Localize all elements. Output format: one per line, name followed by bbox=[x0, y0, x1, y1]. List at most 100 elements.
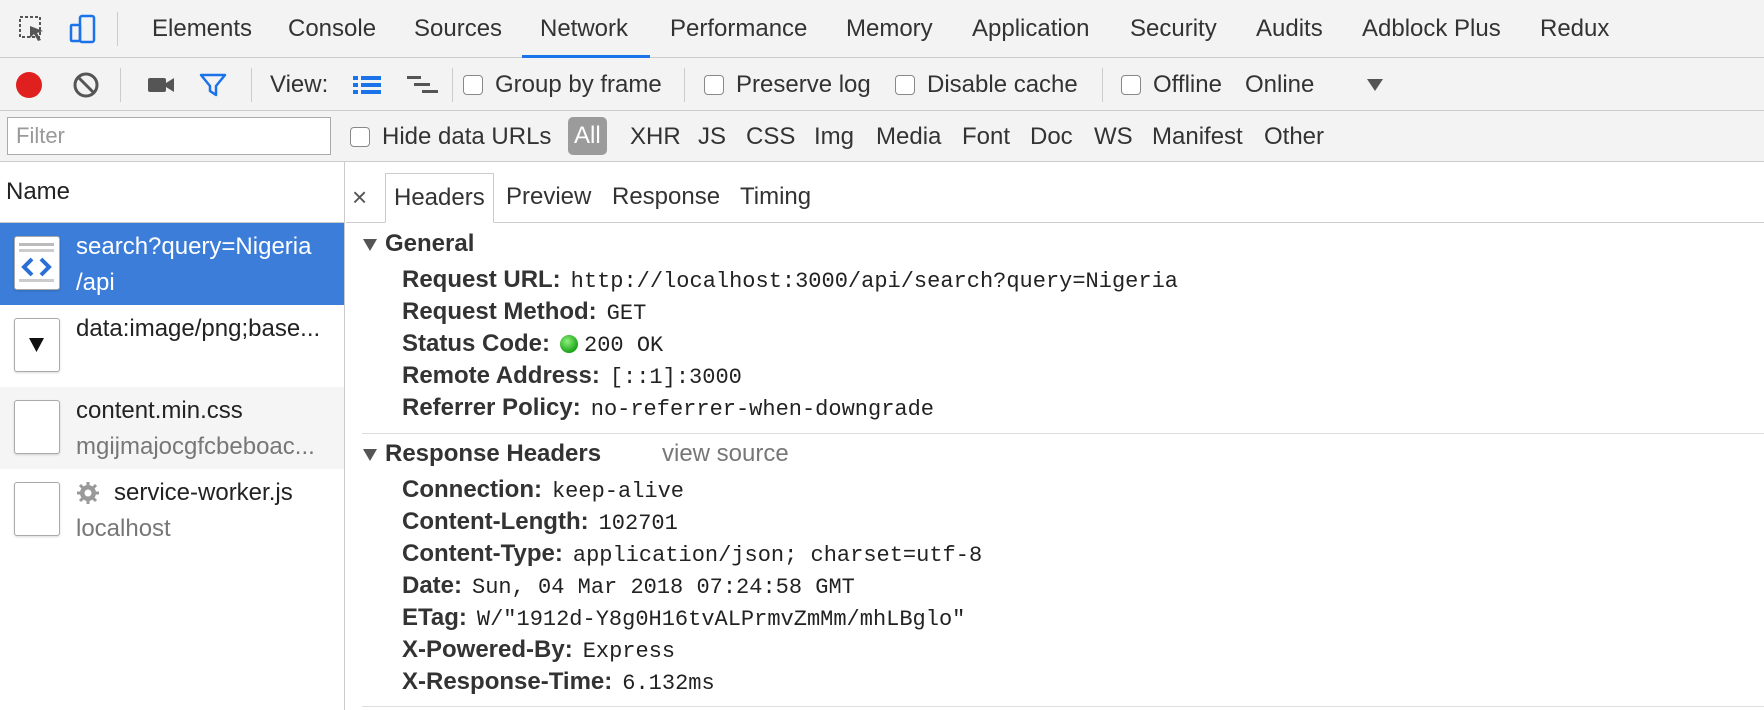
header-value: application/json; charset=utf-8 bbox=[572, 543, 983, 568]
checkbox-box[interactable] bbox=[704, 74, 724, 95]
filter-type-font[interactable]: Font bbox=[962, 111, 1010, 162]
request-path: mgijmajocgfcbeboac... bbox=[76, 433, 315, 460]
tab-response[interactable]: Response bbox=[612, 173, 720, 223]
header-key: Status Code: bbox=[402, 330, 551, 357]
checkbox-box[interactable] bbox=[1121, 74, 1141, 95]
request-row[interactable]: search?query=Nigeria /api bbox=[0, 223, 344, 305]
filter-type-js[interactable]: JS bbox=[698, 111, 726, 162]
waterfall-overview-icon[interactable] bbox=[406, 58, 440, 111]
request-path: /api bbox=[76, 269, 115, 296]
header-value: 102701 bbox=[598, 511, 678, 536]
stylesheet-file-icon bbox=[14, 400, 60, 454]
tab-timing[interactable]: Timing bbox=[740, 173, 811, 223]
tab-elements[interactable]: Elements bbox=[152, 0, 252, 58]
header-row: Request URL: http://localhost:3000/api/se… bbox=[402, 264, 1178, 296]
large-rows-icon[interactable] bbox=[352, 58, 382, 111]
status-ok-icon bbox=[560, 335, 579, 353]
offline-label: Offline bbox=[1153, 70, 1222, 98]
request-row[interactable]: service-worker.js localhost bbox=[0, 469, 344, 551]
request-row[interactable]: data:image/png;base... bbox=[0, 305, 344, 387]
disable-cache-label: Disable cache bbox=[927, 70, 1078, 98]
inspect-element-icon[interactable] bbox=[12, 0, 52, 58]
tab-console[interactable]: Console bbox=[288, 0, 376, 58]
checkbox-box[interactable] bbox=[350, 126, 370, 147]
preserve-log-checkbox[interactable]: Preserve log bbox=[704, 58, 871, 111]
general-section-toggle[interactable]: General bbox=[363, 230, 474, 258]
header-key: Content-Type: bbox=[402, 540, 563, 567]
header-value: http://localhost:3000/api/search?query=N… bbox=[570, 269, 1178, 294]
tab-security[interactable]: Security bbox=[1130, 0, 1217, 58]
filter-input[interactable] bbox=[7, 117, 331, 155]
filter-type-manifest[interactable]: Manifest bbox=[1152, 111, 1243, 162]
header-row: X-Response-Time: 6.132ms bbox=[402, 666, 715, 698]
request-name: content.min.css bbox=[76, 397, 243, 424]
header-key: X-Powered-By: bbox=[402, 636, 573, 663]
offline-checkbox[interactable]: Offline bbox=[1121, 58, 1222, 111]
checkbox-box[interactable] bbox=[895, 74, 915, 95]
general-section-title: General bbox=[385, 230, 475, 257]
toolbar-divider bbox=[684, 68, 685, 102]
header-key: Remote Address: bbox=[402, 362, 600, 389]
header-value: GET bbox=[606, 301, 647, 326]
response-headers-section-toggle[interactable]: Response Headers bbox=[363, 440, 601, 468]
tab-audits[interactable]: Audits bbox=[1256, 0, 1323, 58]
header-value: [::1]:3000 bbox=[609, 365, 742, 390]
request-name: search?query=Nigeria bbox=[76, 233, 312, 260]
header-value: Express bbox=[582, 639, 676, 664]
close-icon[interactable]: × bbox=[352, 173, 367, 223]
header-value: 6.132ms bbox=[622, 671, 715, 696]
header-key: ETag: bbox=[402, 604, 467, 631]
hide-data-urls-checkbox[interactable]: Hide data URLs bbox=[350, 111, 551, 162]
xhr-document-icon bbox=[14, 236, 60, 290]
tab-redux[interactable]: Redux bbox=[1540, 0, 1609, 58]
header-value: no-referrer-when-downgrade bbox=[590, 397, 935, 422]
view-source-link[interactable]: view source bbox=[662, 440, 789, 468]
checkbox-box[interactable] bbox=[463, 74, 483, 95]
group-by-frame-checkbox[interactable]: Group by frame bbox=[463, 58, 662, 111]
tab-sources[interactable]: Sources bbox=[414, 0, 502, 58]
header-row: Content-Length: 102701 bbox=[402, 506, 678, 538]
filter-type-other[interactable]: Other bbox=[1264, 111, 1324, 162]
throttling-select[interactable]: Online bbox=[1245, 58, 1314, 111]
filter-type-all[interactable]: All bbox=[568, 117, 607, 155]
screenshot-camera-icon[interactable] bbox=[146, 58, 176, 111]
hide-data-urls-label: Hide data URLs bbox=[382, 123, 552, 150]
name-column-header[interactable]: Name bbox=[0, 162, 344, 223]
tab-preview[interactable]: Preview bbox=[506, 173, 591, 223]
script-file-icon bbox=[14, 482, 60, 536]
disable-cache-checkbox[interactable]: Disable cache bbox=[895, 58, 1078, 111]
tab-application[interactable]: Application bbox=[972, 0, 1089, 58]
header-key: Content-Length: bbox=[402, 508, 589, 535]
tab-network[interactable]: Network bbox=[540, 0, 628, 58]
header-row: Referrer Policy: no-referrer-when-downgra… bbox=[402, 392, 934, 424]
filter-type-css[interactable]: CSS bbox=[746, 111, 795, 162]
filter-type-ws[interactable]: WS bbox=[1094, 111, 1133, 162]
request-row[interactable]: content.min.css mgijmajocgfcbeboac... bbox=[0, 387, 344, 469]
toolbar-divider bbox=[452, 68, 453, 102]
clear-icon[interactable] bbox=[72, 58, 100, 111]
filter-type-xhr[interactable]: XHR bbox=[630, 111, 681, 162]
tab-performance[interactable]: Performance bbox=[670, 0, 807, 58]
response-headers-title: Response Headers bbox=[385, 440, 602, 467]
tab-headers[interactable]: Headers bbox=[385, 173, 494, 223]
filter-type-doc[interactable]: Doc bbox=[1030, 111, 1073, 162]
filter-type-img[interactable]: Img bbox=[814, 111, 854, 162]
toolbar-divider bbox=[120, 68, 121, 102]
header-value: 200 OK bbox=[584, 333, 664, 358]
group-by-frame-label: Group by frame bbox=[495, 70, 662, 98]
throttling-dropdown-arrow-icon[interactable] bbox=[1366, 58, 1384, 111]
section-divider bbox=[362, 433, 1764, 434]
view-label: View: bbox=[270, 70, 329, 98]
image-file-icon bbox=[14, 318, 60, 372]
gear-icon bbox=[76, 481, 100, 510]
header-row: Remote Address: [::1]:3000 bbox=[402, 360, 742, 392]
tab-adblock-plus[interactable]: Adblock Plus bbox=[1362, 0, 1501, 58]
filter-funnel-icon[interactable] bbox=[198, 58, 228, 111]
header-key: Request URL: bbox=[402, 266, 561, 293]
header-key: Request Method: bbox=[402, 298, 597, 325]
filter-type-media[interactable]: Media bbox=[876, 111, 941, 162]
header-row: Connection: keep-alive bbox=[402, 474, 684, 506]
record-icon[interactable] bbox=[14, 58, 44, 111]
tab-memory[interactable]: Memory bbox=[846, 0, 933, 58]
device-toolbar-icon[interactable] bbox=[63, 0, 103, 58]
